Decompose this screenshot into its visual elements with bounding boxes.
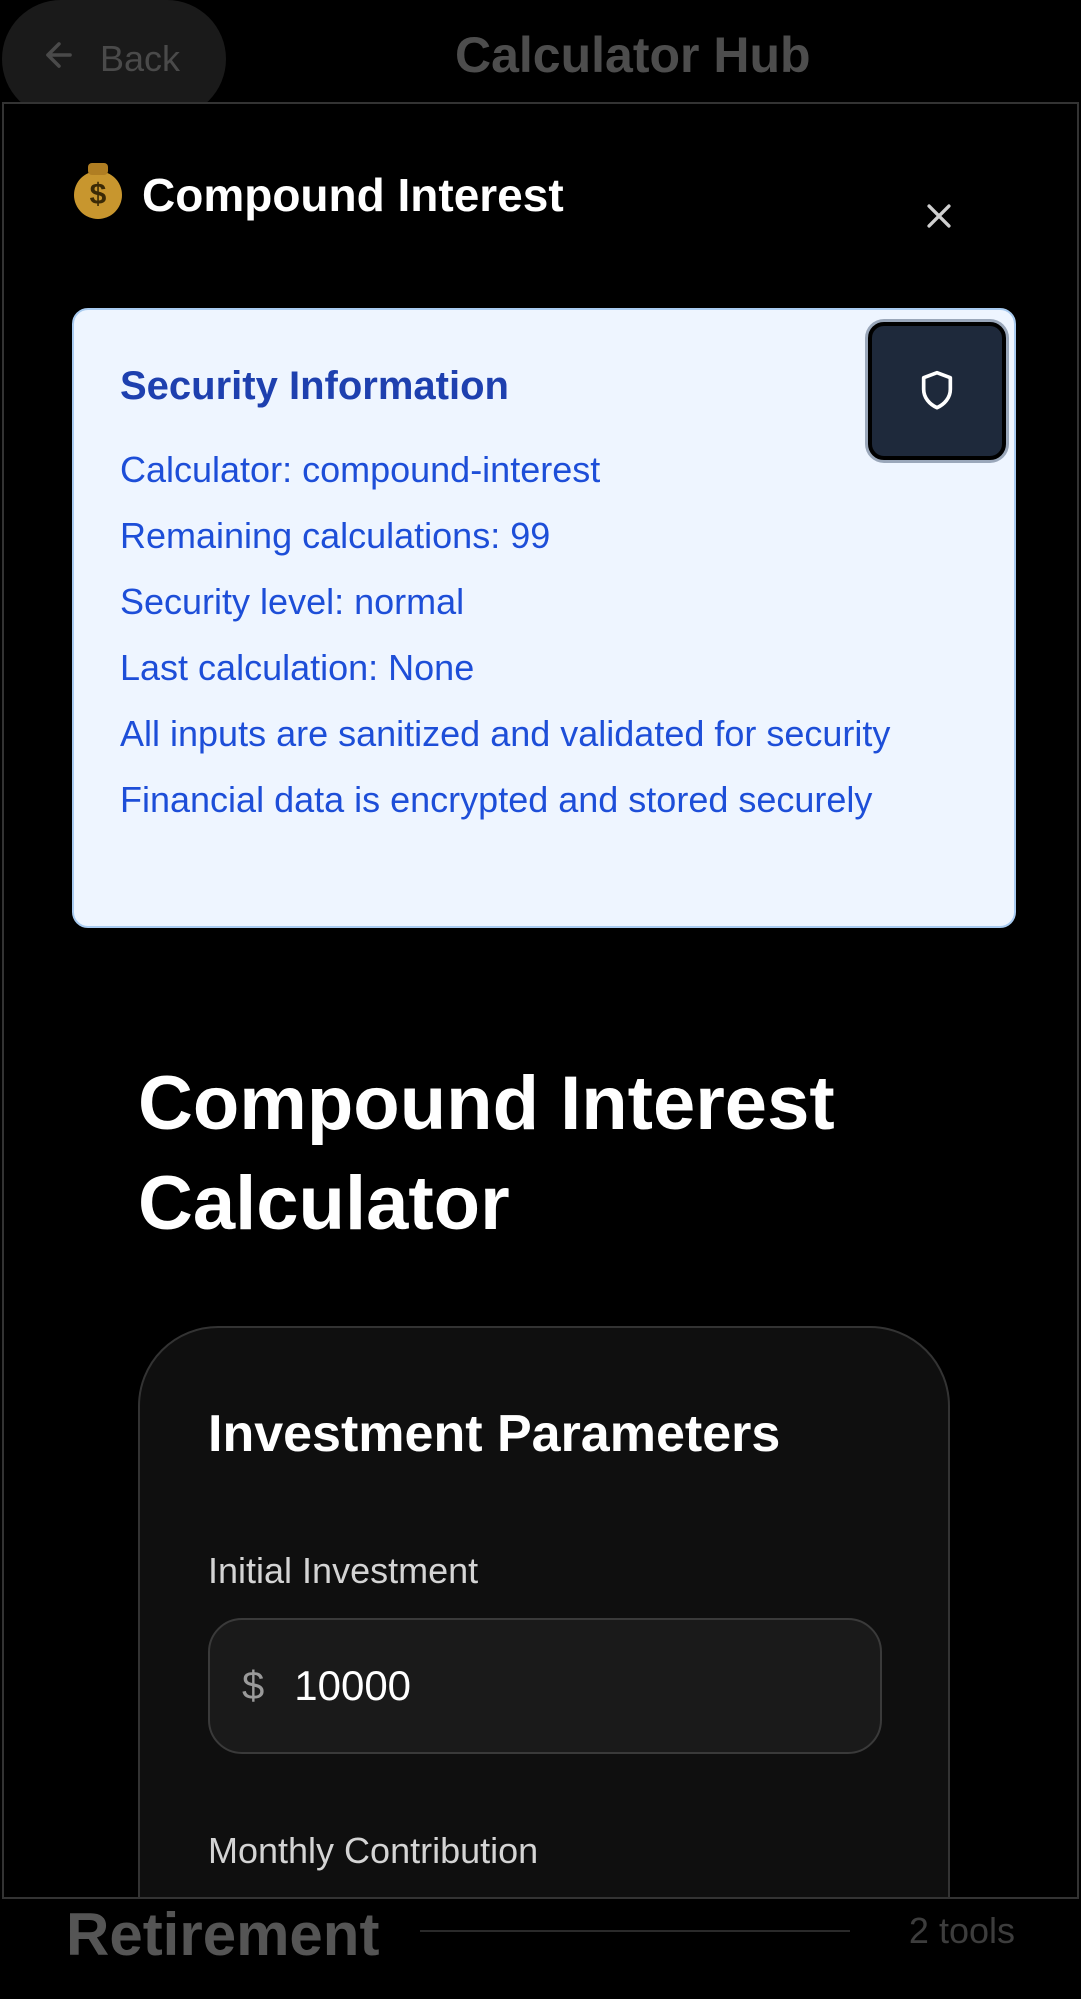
security-calculator-line: Calculator: compound-interest (120, 449, 601, 490)
arrow-left-icon (40, 36, 78, 83)
investment-parameters-card: Investment Parameters Initial Investment… (138, 1326, 950, 1899)
section-title: Retirement (66, 1901, 380, 1968)
security-info-list: Calculator: compound-interest Remaining … (120, 442, 970, 838)
calculator-title: Compound Interest Calculator (138, 1061, 835, 1246)
security-info-card: Security Information Calculator: compoun… (72, 308, 1016, 928)
money-bag-icon: $ (74, 163, 122, 219)
initial-investment-input[interactable] (294, 1662, 795, 1710)
monthly-contribution-field[interactable] (208, 1898, 882, 1899)
modal-title: Compound Interest (142, 169, 564, 221)
close-icon (927, 204, 951, 228)
section-divider (420, 1930, 850, 1932)
monthly-contribution-label: Monthly Contribution (208, 1830, 539, 1871)
security-info-title: Security Information (120, 364, 509, 408)
security-remaining-line: Remaining calculations: 99 (120, 515, 551, 556)
initial-investment-label: Initial Investment (208, 1550, 479, 1591)
security-level-line: Security level: normal (120, 581, 465, 622)
retirement-section-header: Retirement 2 tools (0, 1890, 1081, 1999)
initial-investment-field[interactable]: $ (208, 1618, 882, 1754)
security-toggle-button[interactable] (868, 322, 1006, 460)
security-encrypted-line: Financial data is encrypted and stored s… (120, 779, 873, 820)
page-title: Calculator Hub (455, 27, 811, 83)
back-button[interactable]: Back (2, 0, 226, 118)
currency-symbol: $ (242, 1663, 265, 1708)
back-label: Back (100, 38, 181, 79)
security-last-calculation-line: Last calculation: None (120, 647, 475, 688)
close-button[interactable] (909, 186, 969, 246)
shield-icon (921, 370, 953, 410)
security-sanitized-line: All inputs are sanitized and validated f… (120, 713, 891, 754)
modal-header: $ Compound Interest (74, 163, 564, 222)
parameters-title: Investment Parameters (208, 1405, 781, 1463)
section-tool-count: 2 tools (908, 1910, 1015, 1951)
calculator-modal: $ Compound Interest Security Information… (2, 102, 1079, 1899)
